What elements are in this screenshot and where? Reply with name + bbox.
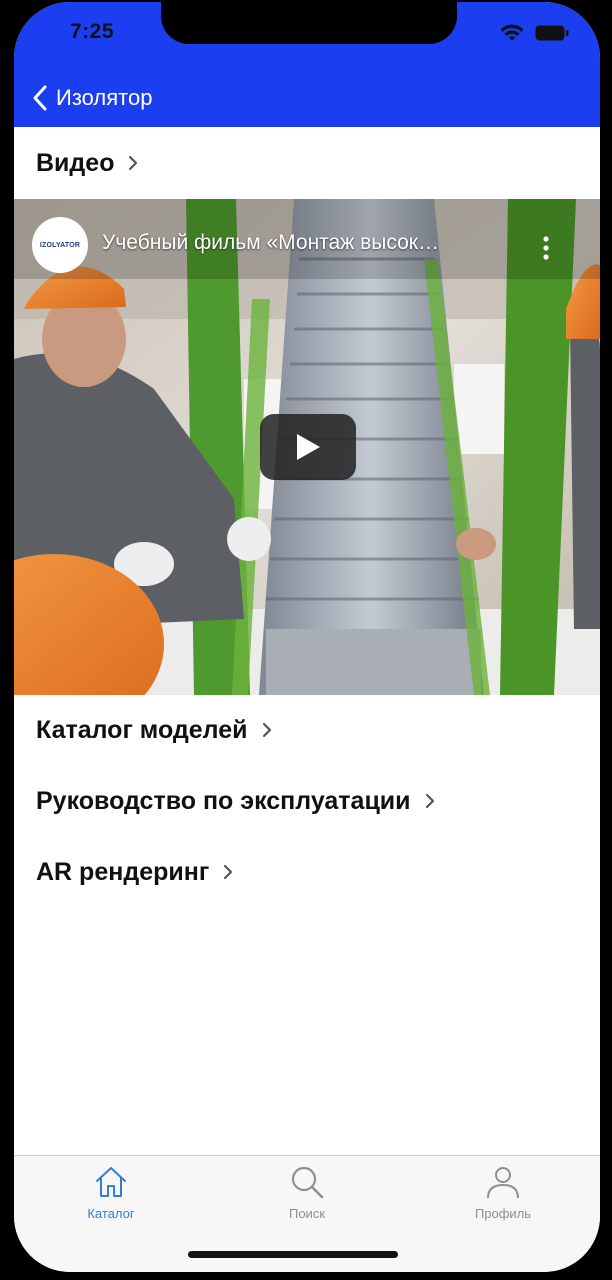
device-notch: [161, 2, 457, 44]
navigation-header: 7:25 Изолятор: [14, 2, 600, 127]
menu-item-manual[interactable]: Руководство по эксплуатации: [14, 766, 600, 836]
video-section-title: Видео: [36, 148, 115, 177]
video-title[interactable]: Учебный фильм «Монтаж высок…: [102, 231, 522, 255]
battery-icon: [535, 25, 569, 41]
menu-item-ar-rendering[interactable]: AR рендеринг: [14, 837, 600, 907]
chevron-right-icon: [425, 793, 434, 809]
phone-frame: 7:25 Изолятор Видео IZOLYATOR Учебный фи…: [0, 0, 612, 1280]
profile-icon: [487, 1167, 519, 1199]
more-options-icon[interactable]: [538, 235, 554, 261]
menu-item-label: Каталог моделей: [36, 715, 248, 744]
play-button[interactable]: [260, 414, 356, 480]
video-player[interactable]: IZOLYATOR Учебный фильм «Монтаж высок…: [14, 199, 600, 695]
tab-profile[interactable]: Профиль: [423, 1164, 583, 1234]
back-button[interactable]: Изолятор: [32, 82, 152, 114]
chevron-right-icon: [129, 155, 138, 171]
tab-label: Каталог: [87, 1206, 135, 1221]
menu-item-label: AR рендеринг: [36, 857, 210, 886]
chevron-right-icon: [224, 864, 233, 880]
back-label: Изолятор: [56, 85, 153, 110]
video-section-header[interactable]: Видео: [14, 127, 600, 199]
chevron-right-icon: [262, 722, 271, 738]
wifi-icon: [500, 24, 524, 41]
menu-item-label: Руководство по эксплуатации: [36, 786, 411, 815]
app-screen: 7:25 Изолятор Видео IZOLYATOR Учебный фи…: [14, 2, 600, 1272]
play-icon: [297, 434, 320, 460]
tab-label: Поиск: [288, 1206, 326, 1221]
status-time: 7:25: [70, 20, 115, 43]
home-indicator[interactable]: [188, 1251, 398, 1258]
channel-logo-text: IZOLYATOR: [39, 241, 81, 249]
tab-label: Профиль: [474, 1206, 532, 1221]
search-icon: [291, 1166, 324, 1199]
chevron-left-icon: [33, 85, 47, 111]
home-icon: [96, 1167, 126, 1197]
tab-search[interactable]: Поиск: [227, 1164, 387, 1234]
channel-logo[interactable]: IZOLYATOR: [32, 217, 88, 273]
menu-item-catalog[interactable]: Каталог моделей: [14, 695, 600, 765]
tab-catalog[interactable]: Каталог: [31, 1164, 191, 1234]
